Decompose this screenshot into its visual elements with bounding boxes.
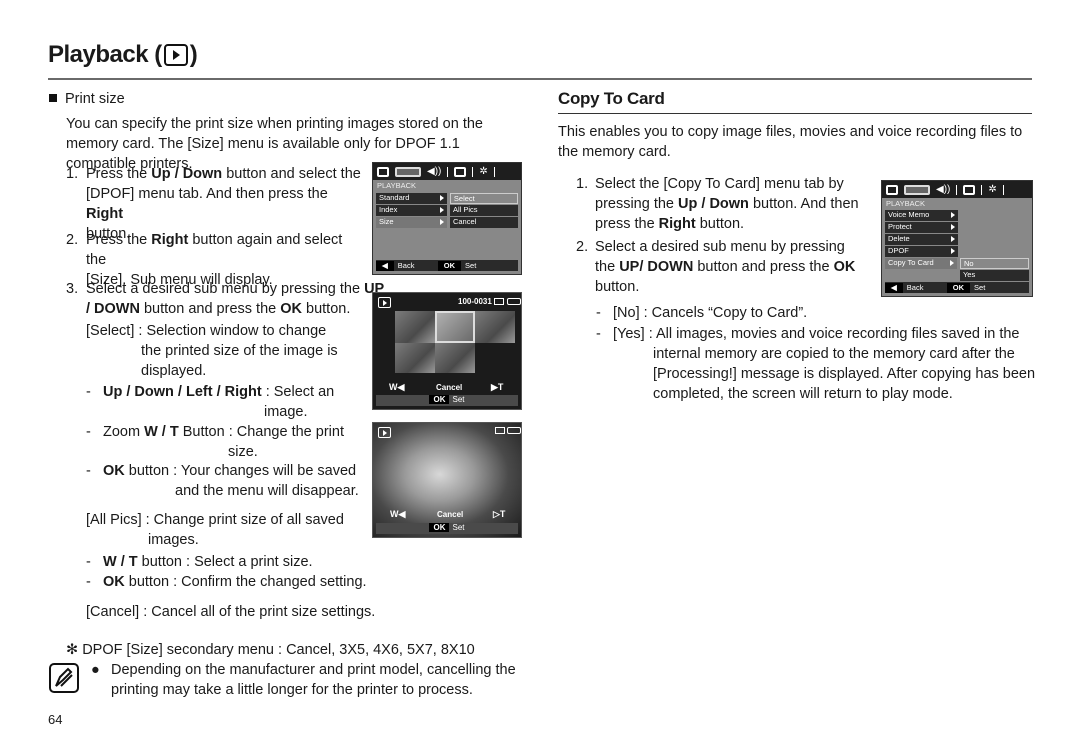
print-size-title: Print size xyxy=(65,91,125,107)
zoom-t-label: ▷T xyxy=(493,509,506,519)
camera-tab-icon xyxy=(377,166,389,177)
menu-row[interactable]: Yes xyxy=(885,270,1029,281)
sound-tab-icon: ◀)) xyxy=(936,183,951,195)
cancel-description: [Cancel] : Cancel all of the print size … xyxy=(86,604,376,620)
menu-row[interactable]: Standard Select xyxy=(376,193,518,204)
sound-tab-icon: ◀)) xyxy=(427,165,442,177)
back-arrow-icon: ◀ xyxy=(376,260,394,271)
lcd-footer: ◀ Back OK Set xyxy=(885,282,1029,293)
zoom-w-label: W◀ xyxy=(390,509,406,519)
step-number: 1. xyxy=(66,166,79,182)
menu-row[interactable]: Size Cancel xyxy=(376,217,518,228)
page-title-end: ) xyxy=(189,41,198,68)
lcd-index-view: 100-0031 W◀ Cancel ▶T OK Set xyxy=(372,292,522,410)
thumbnail[interactable] xyxy=(395,343,435,373)
settings-tab-icon: ✲ xyxy=(988,183,997,195)
note-icon xyxy=(49,663,79,693)
step-number: 2. xyxy=(66,232,79,248)
zoom-w-label: W◀ xyxy=(389,382,405,392)
copy-step-1-text: Select the [Copy To Card] menu tab by pr… xyxy=(595,176,859,232)
ok-set-bar: OK Set xyxy=(376,523,518,534)
thumbnail[interactable] xyxy=(395,311,435,343)
display-tab-icon xyxy=(963,184,976,195)
thumbnail[interactable] xyxy=(435,343,475,373)
submenu-yes[interactable]: Yes xyxy=(959,270,1029,281)
menu-row[interactable]: Copy To Card No xyxy=(885,258,1029,269)
play-mode-icon xyxy=(378,427,391,438)
section-rule xyxy=(558,113,1032,114)
camera-tab-icon xyxy=(886,184,898,195)
play-icon xyxy=(163,44,188,66)
size-value: Cancel xyxy=(437,510,464,519)
copy-step-2-text: Select a desired sub menu by pressing th… xyxy=(595,239,856,295)
battery-icon xyxy=(507,298,521,305)
all-pics-item: - OK button : Confirm the changed setting… xyxy=(86,574,367,590)
menu-row[interactable]: Protect xyxy=(885,222,1029,233)
battery-icon xyxy=(507,427,521,434)
print-size-heading: Print size xyxy=(49,89,125,109)
thumbnail[interactable] xyxy=(475,311,515,343)
yes-option: - [Yes] : All images, movies and voice re… xyxy=(596,326,1036,402)
page-number: 64 xyxy=(48,712,63,727)
select-item: - OK button : Your changes will be saved… xyxy=(86,463,359,499)
submenu-cancel[interactable]: Cancel xyxy=(449,217,518,228)
thumbnail-selected[interactable] xyxy=(435,311,475,343)
lcd-footer: ◀ Back OK Set xyxy=(376,260,518,271)
note-text: Depending on the manufacturer and print … xyxy=(111,662,516,698)
select-item: - Up / Down / Left / Right : Select an i… xyxy=(86,384,335,420)
all-pics-description: [All Pics] : Change print size of all sa… xyxy=(86,512,344,548)
step-number: 3. xyxy=(66,281,79,297)
step-3-text: Select a desired sub menu by pressing th… xyxy=(86,281,385,317)
settings-tab-icon: ✲ xyxy=(479,165,488,177)
select-description: [Select] : Selection window to change th… xyxy=(86,323,338,379)
menu-row[interactable]: Delete xyxy=(885,234,1029,245)
note-bullet-icon: ● xyxy=(91,662,100,678)
menu-row[interactable]: DPOF xyxy=(885,246,1029,257)
submenu-select[interactable]: Select xyxy=(449,193,518,204)
submenu-no[interactable]: No xyxy=(959,258,1029,269)
ok-key: OK xyxy=(437,260,462,271)
back-arrow-icon: ◀ xyxy=(885,282,903,293)
copy-intro: This enables you to copy image files, mo… xyxy=(558,124,1023,160)
submenu-all-pics[interactable]: All Pics xyxy=(449,205,518,216)
lcd-header: PLAYBACK xyxy=(886,199,926,208)
menu-row[interactable]: Index All Pics xyxy=(376,205,518,216)
all-pics-item: -W / T button : Select a print size. xyxy=(86,554,313,570)
menu-tabs: ◀)) ✲ xyxy=(882,181,1032,198)
select-item: - Zoom W / T Button : Change the print s… xyxy=(86,424,344,460)
playback-tab-icon xyxy=(904,184,930,195)
size-value: Cancel xyxy=(436,383,463,392)
play-mode-icon xyxy=(378,297,391,308)
display-tab-icon xyxy=(454,166,467,177)
lcd-header: PLAYBACK xyxy=(377,181,417,190)
playback-tab-icon xyxy=(395,166,421,177)
ok-key: OK xyxy=(946,282,971,293)
lcd-copy-menu: ◀)) ✲ PLAYBACK Voice Memo Protect Delete… xyxy=(881,180,1033,297)
no-option: - [No] : Cancels “Copy to Card”. xyxy=(596,305,808,321)
ok-set-bar: OK Set xyxy=(376,395,518,406)
menu-tabs: ◀)) ✲ xyxy=(373,163,521,180)
page-title: Playback ( ) xyxy=(48,41,198,68)
page-title-text: Playback ( xyxy=(48,41,162,68)
dpof-footnote: ✻ DPOF [Size] secondary menu : Cancel, 3… xyxy=(66,642,475,658)
image-size-icon xyxy=(495,427,505,434)
square-bullet-icon xyxy=(49,94,57,102)
menu-row[interactable]: Voice Memo xyxy=(885,210,1029,221)
asterisk-icon: ✻ xyxy=(66,642,83,658)
file-number: 100-0031 xyxy=(458,297,492,306)
title-rule xyxy=(48,78,1032,80)
copy-to-card-title: Copy To Card xyxy=(558,89,665,108)
zoom-t-label: ▶T xyxy=(491,382,504,392)
image-size-icon xyxy=(494,298,504,305)
lcd-dpof-menu: ◀)) ✲ PLAYBACK Standard Select Index All P… xyxy=(372,162,522,275)
step-number: 2. xyxy=(576,239,589,255)
step-number: 1. xyxy=(576,176,589,192)
lcd-single-photo: W◀ Cancel ▷T OK Set xyxy=(372,422,522,538)
